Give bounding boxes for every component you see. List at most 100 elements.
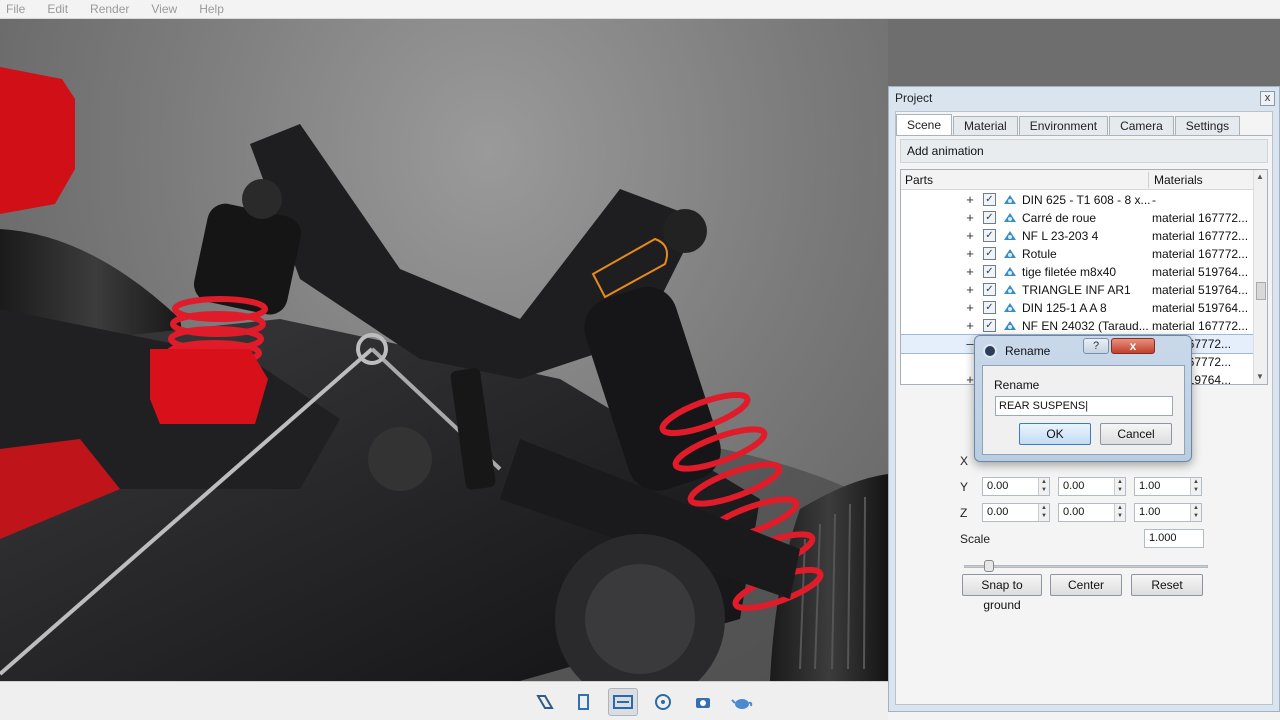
part-icon (1004, 321, 1016, 330)
y-value-3: 1.00 (1139, 480, 1161, 492)
visibility-checkbox[interactable]: ✓ (983, 193, 996, 206)
close-icon[interactable]: x (1260, 91, 1275, 106)
z-field-1[interactable]: 0.00 ▲ ▼ (982, 503, 1050, 522)
visibility-checkbox[interactable]: ✓ (983, 211, 996, 224)
z-value-1: 0.00 (987, 506, 1009, 518)
y-field-1[interactable]: 0.00 ▲ ▼ (982, 477, 1050, 496)
part-material: material 519764... (1152, 301, 1249, 315)
y-field-3[interactable]: 1.00 ▲ ▼ (1134, 477, 1202, 496)
z-value-3: 1.00 (1139, 506, 1161, 518)
book-icon[interactable] (568, 688, 598, 716)
tree-row[interactable]: + ✓ DIN 625 - T1 608 - 8 x... - (901, 191, 1253, 209)
tree-row[interactable]: + ✓ DIN 125-1 A A 8 material 519764... (901, 299, 1253, 317)
snap-to-ground-button[interactable]: Snap to ground (962, 574, 1042, 612)
rename-input[interactable]: REAR SUSPENS| (995, 396, 1173, 416)
column-divider[interactable] (1148, 172, 1149, 188)
expand-icon[interactable]: + (964, 228, 976, 243)
expand-icon[interactable]: + (964, 192, 976, 207)
camera-icon[interactable] (688, 688, 718, 716)
part-name: NF L 23-203 4 (1022, 229, 1099, 243)
scale-label: Scale (960, 532, 991, 546)
scene-tree-icon[interactable] (530, 688, 560, 716)
add-animation-button[interactable]: Add animation (900, 139, 1268, 163)
column-header-materials[interactable]: Materials (1154, 173, 1203, 187)
z-value-2: 0.00 (1063, 506, 1085, 518)
tab-material[interactable]: Material (953, 116, 1018, 136)
scale-slider-track[interactable] (964, 565, 1208, 568)
part-name: Carré de roue (1022, 211, 1097, 225)
part-icon (1004, 303, 1016, 312)
visibility-checkbox[interactable]: ✓ (983, 229, 996, 242)
visibility-checkbox[interactable]: ✓ (983, 247, 996, 260)
tree-row[interactable]: + ✓ TRIANGLE INF AR1 material 519764... (901, 281, 1253, 299)
center-button[interactable]: Center (1050, 574, 1122, 596)
expand-icon[interactable]: + (964, 318, 976, 333)
tab-settings[interactable]: Settings (1174, 116, 1241, 136)
part-name: DIN 125-1 A A 8 (1022, 301, 1107, 315)
tab-scene[interactable]: Scene (896, 114, 953, 136)
tab-environment[interactable]: Environment (1018, 116, 1109, 136)
part-icon (1004, 213, 1016, 222)
teapot-icon[interactable] (727, 688, 757, 716)
part-material: material 167772... (1152, 211, 1249, 225)
part-material: material 167772... (1152, 247, 1249, 261)
render-region-icon[interactable] (608, 688, 638, 716)
tree-row[interactable]: + ✓ NF EN 24032 (Taraud... material 1677… (901, 317, 1253, 335)
help-icon[interactable]: ? (1083, 338, 1109, 354)
y-value-1: 0.00 (987, 480, 1009, 492)
render-viewport[interactable] (0, 19, 888, 681)
spinner-icon[interactable]: ▲ ▼ (1190, 504, 1201, 521)
scrollbar-thumb[interactable] (1256, 282, 1266, 300)
tree-row[interactable]: + ✓ NF L 23-203 4 material 167772... (901, 227, 1253, 245)
part-material: - (1152, 193, 1156, 207)
expand-icon[interactable]: + (964, 264, 976, 279)
visibility-checkbox[interactable]: ✓ (983, 265, 996, 278)
tab-strip: Scene Material Environment Camera Settin… (896, 114, 1241, 136)
scroll-up-arrow[interactable]: ▲ (1256, 172, 1264, 181)
part-name: DIN 625 - T1 608 - 8 x... (1022, 193, 1151, 207)
spinner-icon[interactable]: ▲ ▼ (1038, 504, 1049, 521)
spinner-icon[interactable]: ▲ ▼ (1190, 478, 1201, 495)
scroll-down-arrow[interactable]: ▼ (1256, 372, 1264, 381)
tree-row[interactable]: + ✓ Carré de roue material 167772... (901, 209, 1253, 227)
visibility-checkbox[interactable]: ✓ (983, 283, 996, 296)
menu-file[interactable]: File (6, 2, 25, 16)
menu-view[interactable]: View (151, 2, 177, 16)
part-name: Rotule (1022, 247, 1057, 261)
expand-icon[interactable]: + (964, 300, 976, 315)
visibility-checkbox[interactable]: ✓ (983, 319, 996, 332)
spinner-icon[interactable]: ▲ ▼ (1038, 478, 1049, 495)
dialog-content: Rename REAR SUSPENS| OK Cancel (982, 365, 1185, 455)
close-icon[interactable]: x (1111, 338, 1155, 354)
tree-row[interactable]: + ✓ tige filetée m8x40 material 519764..… (901, 263, 1253, 281)
scale-slider-handle[interactable] (984, 560, 994, 572)
cancel-button[interactable]: Cancel (1100, 423, 1172, 445)
panel-title: Project (895, 91, 933, 105)
part-material: material 167772... (1152, 319, 1249, 333)
tab-camera[interactable]: Camera (1109, 116, 1174, 136)
expand-icon[interactable]: + (964, 210, 976, 225)
part-icon (1004, 249, 1016, 258)
spinner-icon[interactable]: ▲ ▼ (1114, 504, 1125, 521)
viewport-toolbar (0, 681, 888, 720)
part-material: material 519764... (1152, 283, 1249, 297)
expand-icon[interactable]: + (964, 246, 976, 261)
expand-icon[interactable]: + (964, 282, 976, 297)
scale-field[interactable]: 1.000 (1144, 529, 1204, 548)
z-field-2[interactable]: 0.00 ▲ ▼ (1058, 503, 1126, 522)
z-field-3[interactable]: 1.00 ▲ ▼ (1134, 503, 1202, 522)
spinner-icon[interactable]: ▲ ▼ (1114, 478, 1125, 495)
part-name: NF EN 24032 (Taraud... (1022, 319, 1149, 333)
tree-scrollbar[interactable]: ▲ ▼ (1253, 170, 1267, 384)
menu-edit[interactable]: Edit (47, 2, 68, 16)
part-name: tige filetée m8x40 (1022, 265, 1117, 279)
reset-button[interactable]: Reset (1131, 574, 1203, 596)
column-header-parts[interactable]: Parts (905, 173, 933, 187)
y-field-2[interactable]: 0.00 ▲ ▼ (1058, 477, 1126, 496)
visibility-checkbox[interactable]: ✓ (983, 301, 996, 314)
ok-button[interactable]: OK (1019, 423, 1091, 445)
menu-render[interactable]: Render (90, 2, 129, 16)
menu-help[interactable]: Help (199, 2, 224, 16)
tree-row[interactable]: + ✓ Rotule material 167772... (901, 245, 1253, 263)
camera-target-icon[interactable] (648, 688, 678, 716)
